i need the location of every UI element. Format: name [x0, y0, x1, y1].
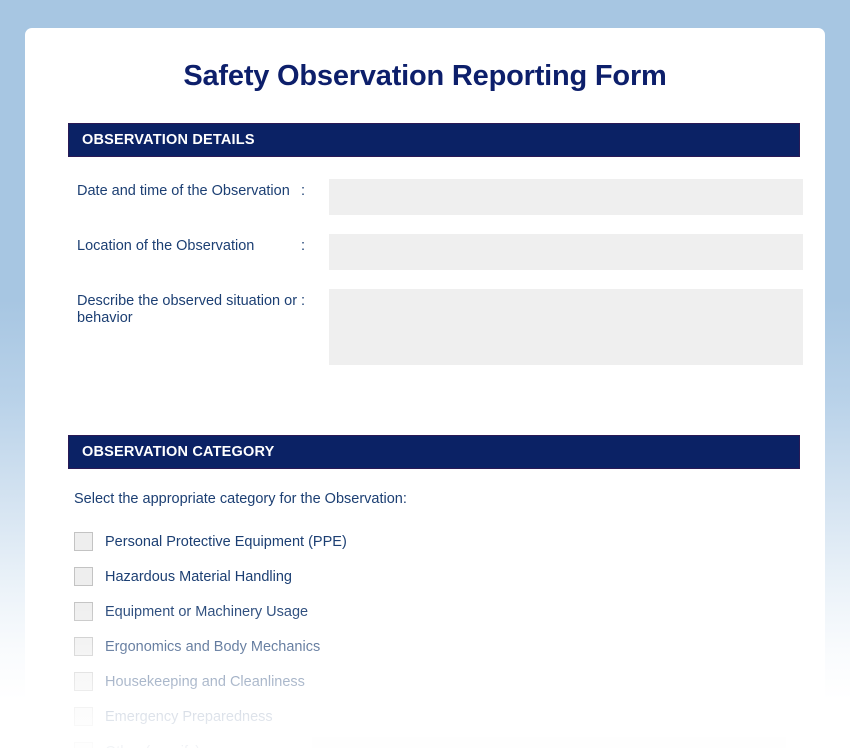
- list-item-other[interactable]: Other (specify) :: [74, 734, 825, 748]
- field-label-date-time: Date and time of the Observation: [77, 179, 301, 200]
- category-checkbox-list: Personal Protective Equipment (PPE) Haza…: [25, 524, 825, 748]
- list-item[interactable]: Housekeeping and Cleanliness: [74, 664, 825, 699]
- checkbox-icon[interactable]: [74, 602, 93, 621]
- section-header-observation-category: OBSERVATION CATEGORY: [68, 435, 800, 469]
- list-item[interactable]: Emergency Preparedness: [74, 699, 825, 734]
- field-row-description: Describe the observed situation or behav…: [77, 289, 825, 365]
- section-header-label: OBSERVATION DETAILS: [69, 132, 255, 148]
- checkbox-icon[interactable]: [74, 532, 93, 551]
- field-input-date-time[interactable]: [329, 179, 803, 215]
- other-specify-input[interactable]: [312, 737, 786, 748]
- field-colon-location: :: [301, 234, 329, 254]
- field-row-location: Location of the Observation :: [77, 234, 825, 270]
- checkbox-icon[interactable]: [74, 742, 93, 748]
- checkbox-label: Housekeeping and Cleanliness: [105, 674, 305, 690]
- field-label-description: Describe the observed situation or behav…: [77, 289, 301, 327]
- form-sheet: Safety Observation Reporting Form OBSERV…: [25, 28, 825, 748]
- list-item[interactable]: Hazardous Material Handling: [74, 559, 825, 594]
- checkbox-label: Equipment or Machinery Usage: [105, 604, 308, 620]
- checkbox-icon[interactable]: [74, 637, 93, 656]
- field-input-description[interactable]: [329, 289, 803, 365]
- checkbox-label: Emergency Preparedness: [105, 709, 273, 725]
- section-spacer: [25, 384, 825, 405]
- field-label-location: Location of the Observation: [77, 234, 301, 255]
- field-colon-date-time: :: [301, 179, 329, 199]
- category-instruction: Select the appropriate category for the …: [74, 491, 825, 507]
- field-input-location[interactable]: [329, 234, 803, 270]
- section-header-label: OBSERVATION CATEGORY: [69, 444, 275, 460]
- checkbox-label: Ergonomics and Body Mechanics: [105, 639, 320, 655]
- section-header-observation-details: OBSERVATION DETAILS: [68, 123, 800, 157]
- checkbox-label-other: Other (specify): [105, 744, 200, 748]
- checkbox-label: Hazardous Material Handling: [105, 569, 292, 585]
- checkbox-label: Personal Protective Equipment (PPE): [105, 534, 347, 550]
- field-row-date-time: Date and time of the Observation :: [77, 179, 825, 215]
- checkbox-icon[interactable]: [74, 567, 93, 586]
- observation-details-fields: Date and time of the Observation : Locat…: [25, 179, 825, 365]
- list-item[interactable]: Ergonomics and Body Mechanics: [74, 629, 825, 664]
- other-colon: :: [292, 744, 296, 748]
- field-colon-description: :: [301, 289, 329, 309]
- checkbox-icon[interactable]: [74, 672, 93, 691]
- page-title: Safety Observation Reporting Form: [25, 28, 825, 93]
- checkbox-icon[interactable]: [74, 707, 93, 726]
- list-item[interactable]: Personal Protective Equipment (PPE): [74, 524, 825, 559]
- list-item[interactable]: Equipment or Machinery Usage: [74, 594, 825, 629]
